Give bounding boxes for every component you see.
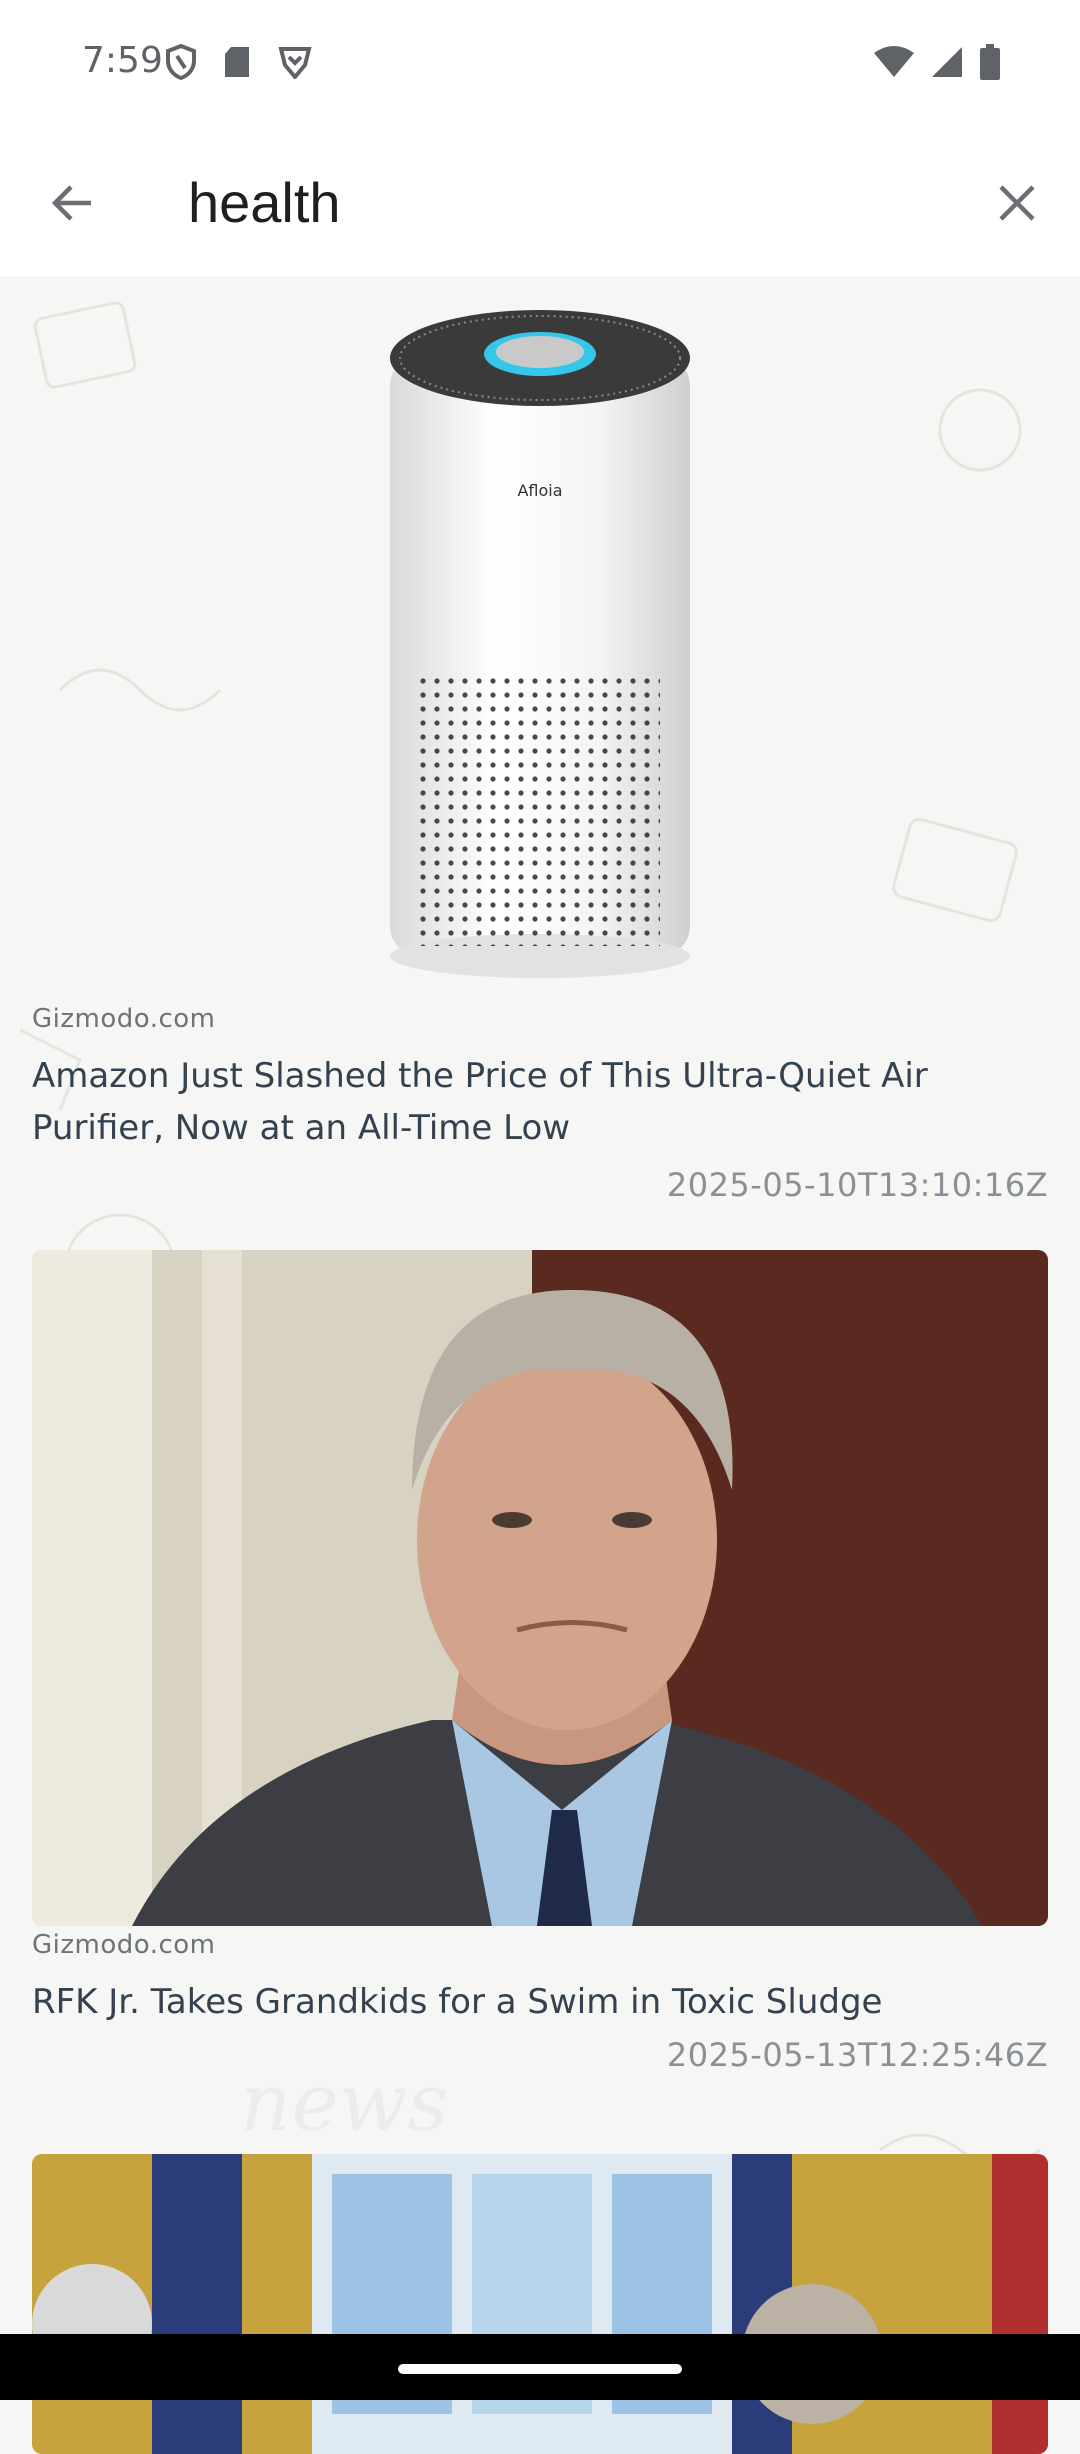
sd-card-icon	[225, 47, 249, 77]
air-purifier-image: Afloia	[360, 296, 720, 996]
article-card[interactable]: Gizmodo.com RFK Jr. Takes Grandkids for …	[0, 1236, 1080, 2146]
article-title[interactable]: Amazon Just Slashed the Price of This Ul…	[32, 1050, 1052, 1154]
battery-icon	[980, 44, 1000, 80]
close-icon	[999, 185, 1035, 221]
vpn-shield-icon	[166, 44, 196, 80]
system-navigation-bar	[0, 2334, 1080, 2400]
signal-icon	[932, 47, 962, 77]
clear-search-button[interactable]	[986, 172, 1048, 234]
brave-icon	[278, 47, 312, 79]
article-source: Gizmodo.com	[32, 1930, 216, 1960]
search-bar	[0, 128, 1080, 276]
rfk-portrait-image	[32, 1250, 1048, 1926]
article-title[interactable]: RFK Jr. Takes Grandkids for a Swim in To…	[32, 1976, 1052, 2028]
arrow-left-icon	[51, 185, 91, 221]
oval-office-image	[32, 2154, 1048, 2454]
search-input[interactable]	[188, 162, 948, 242]
status-bar: 7:59	[0, 0, 1080, 128]
purifier-brand-text: Afloia	[517, 481, 562, 500]
wifi-icon	[874, 46, 914, 77]
article-card[interactable]	[0, 2146, 1080, 2454]
news-feed: Afloia Gizmodo.com Amazon Just Slashed t…	[0, 276, 1080, 2454]
article-date: 2025-05-10T13:10:16Z	[666, 1166, 1048, 1204]
status-time: 7:59	[82, 40, 163, 81]
article-date: 2025-05-13T12:25:46Z	[666, 2036, 1048, 2074]
back-button[interactable]	[42, 172, 104, 234]
article-card[interactable]: Afloia Gizmodo.com Amazon Just Slashed t…	[0, 276, 1080, 1236]
home-gesture-handle[interactable]	[398, 2364, 682, 2374]
article-source: Gizmodo.com	[32, 1004, 216, 1034]
